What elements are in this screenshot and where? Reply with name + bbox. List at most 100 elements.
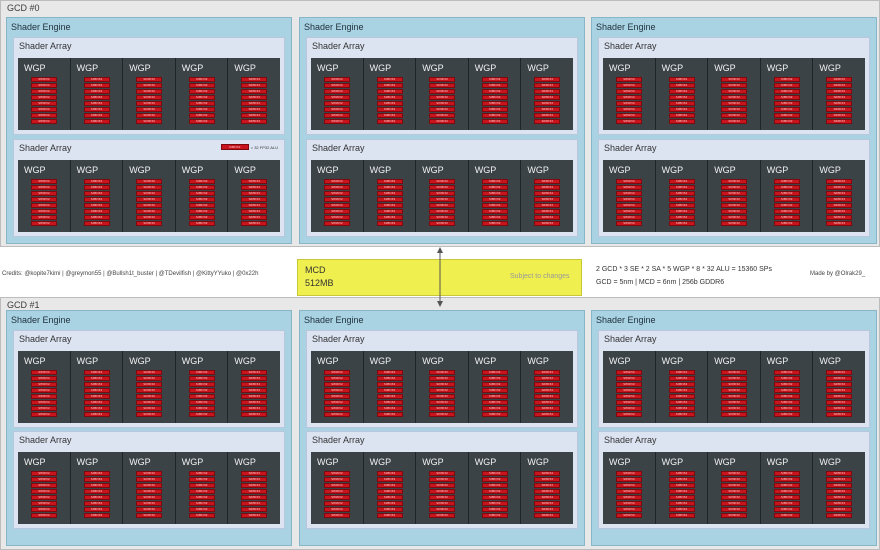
- simd-column: SIMD32 SIMD32 SIMD32 SIMD32 SIMD32 SIMD32 SIMD…: [324, 77, 350, 124]
- simd32-unit: SIMD32: [83, 394, 110, 399]
- simd32-unit: SIMD32: [534, 382, 561, 387]
- simd-column: SIMD32 SIMD32 SIMD32 SIMD32 SIMD32 SIMD32 SIMD…: [616, 370, 642, 417]
- mcd-size: 512MB: [305, 278, 334, 288]
- simd32-unit: SIMD32: [376, 406, 403, 411]
- simd-column: SIMD32 SIMD32 SIMD32 SIMD32 SIMD32 SIMD32 SIMD…: [136, 471, 163, 518]
- simd32-unit: SIMD32: [826, 191, 853, 196]
- wgp-block: WGP SIMD32 SIMD32 SIMD32 SIMD32 SIMD32 SIMD32 S…: [708, 58, 760, 130]
- simd32-unit: SIMD32: [324, 513, 350, 518]
- simd32-unit: SIMD32: [31, 83, 57, 88]
- simd32-unit: SIMD32: [481, 513, 508, 518]
- wgp-row: WGP SIMD32 SIMD32 SIMD32 SIMD32 SIMD32 SIMD32 S…: [311, 351, 573, 423]
- simd32-unit: SIMD32: [83, 77, 110, 82]
- simd-column: SIMD32 SIMD32 SIMD32 SIMD32 SIMD32 SIMD32 SIMD…: [136, 370, 163, 417]
- simd32-unit: SIMD32: [376, 412, 403, 417]
- simd-column: SIMD32 SIMD32 SIMD32 SIMD32 SIMD32 SIMD32 SIMD…: [376, 471, 403, 518]
- simd32-unit: SIMD32: [136, 119, 163, 124]
- shader-array: Shader Array WGP SIMD32 SIMD32 SIMD32 SIMD32 S…: [598, 330, 870, 428]
- wgp-block: WGP SIMD32 SIMD32 SIMD32 SIMD32 SIMD32 SIMD32 S…: [70, 58, 123, 130]
- simd32-unit: SIMD32: [31, 412, 57, 417]
- simd32-unit: SIMD32: [376, 370, 403, 375]
- simd-column: SIMD32 SIMD32 SIMD32 SIMD32 SIMD32 SIMD32 SIMD…: [481, 77, 508, 124]
- wgp-label: WGP: [317, 63, 339, 73]
- simd32-unit: SIMD32: [668, 191, 695, 196]
- wgp-label: WGP: [234, 356, 256, 366]
- shader-array-title: Shader Array: [312, 41, 365, 51]
- simd-column: SIMD32 SIMD32 SIMD32 SIMD32 SIMD32 SIMD32 SIMD…: [376, 370, 403, 417]
- wgp-label: WGP: [422, 63, 444, 73]
- wgp-block: WGP SIMD32 SIMD32 SIMD32 SIMD32 SIMD32 SIMD32 S…: [228, 452, 280, 524]
- simd32-unit: SIMD32: [481, 185, 508, 190]
- simd32-unit: SIMD32: [241, 203, 268, 208]
- simd-column: SIMD32 SIMD32 SIMD32 SIMD32 SIMD32 SIMD32 SIMD…: [773, 77, 800, 124]
- simd32-unit: SIMD32: [616, 215, 642, 220]
- simd32-unit: SIMD32: [668, 89, 695, 94]
- simd32-unit: SIMD32: [616, 203, 642, 208]
- simd32-unit: SIMD32: [31, 370, 57, 375]
- simd32-unit: SIMD32: [31, 471, 57, 476]
- simd32-unit: SIMD32: [188, 406, 215, 411]
- simd32-unit: SIMD32: [376, 77, 403, 82]
- simd32-unit: SIMD32: [481, 197, 508, 202]
- simd32-unit: SIMD32: [376, 113, 403, 118]
- simd32-unit: SIMD32: [241, 77, 268, 82]
- simd32-unit: SIMD32: [83, 489, 110, 494]
- simd32-unit: SIMD32: [83, 388, 110, 393]
- simd32-unit: SIMD32: [83, 179, 110, 184]
- wgp-block: WGP SIMD32 SIMD32 SIMD32 SIMD32 SIMD32 SIMD32 S…: [760, 160, 813, 232]
- simd32-unit: SIMD32: [826, 107, 853, 112]
- simd32-unit: SIMD32: [324, 477, 350, 482]
- simd32-unit: SIMD32: [721, 179, 748, 184]
- wgp-label: WGP: [422, 356, 444, 366]
- simd32-unit: SIMD32: [773, 185, 800, 190]
- simd32-unit: SIMD32: [721, 113, 748, 118]
- simd32-unit: SIMD32: [616, 495, 642, 500]
- simd32-unit: SIMD32: [31, 489, 57, 494]
- simd32-unit: SIMD32: [241, 412, 268, 417]
- simd32-unit: SIMD32: [31, 101, 57, 106]
- simd32-unit: SIMD32: [188, 203, 215, 208]
- simd32-unit: SIMD32: [324, 370, 350, 375]
- wgp-label: WGP: [24, 457, 46, 467]
- simd32-unit: SIMD32: [481, 83, 508, 88]
- wgp-block: WGP SIMD32 SIMD32 SIMD32 SIMD32 SIMD32 SIMD32 S…: [655, 160, 708, 232]
- wgp-label: WGP: [766, 165, 789, 175]
- simd32-unit: SIMD32: [376, 203, 403, 208]
- simd32-unit: SIMD32: [429, 388, 456, 393]
- simd32-unit: SIMD32: [534, 370, 561, 375]
- simd32-unit: SIMD32: [481, 412, 508, 417]
- simd32-unit: SIMD32: [376, 119, 403, 124]
- wgp-label: WGP: [181, 356, 204, 366]
- shader-engine: Shader Engine Shader Array WGP SIMD32 SIMD32…: [6, 17, 292, 244]
- simd32-unit: SIMD32: [668, 179, 695, 184]
- simd32-unit: SIMD32: [721, 483, 748, 488]
- simd32-unit: SIMD32: [83, 101, 110, 106]
- simd32-unit: SIMD32: [376, 495, 403, 500]
- mcd-title: MCD: [305, 265, 326, 275]
- wgp-label: WGP: [76, 165, 99, 175]
- simd32-unit: SIMD32: [481, 89, 508, 94]
- simd32-unit: SIMD32: [188, 191, 215, 196]
- simd32-unit: SIMD32: [668, 197, 695, 202]
- simd-column: SIMD32 SIMD32 SIMD32 SIMD32 SIMD32 SIMD32 SIMD…: [616, 471, 642, 518]
- simd32-unit: SIMD32: [826, 507, 853, 512]
- simd32-unit: SIMD32: [826, 209, 853, 214]
- simd32-unit: SIMD32: [668, 495, 695, 500]
- wgp-label: WGP: [609, 63, 631, 73]
- simd32-unit: SIMD32: [534, 483, 561, 488]
- simd32-unit: SIMD32: [324, 119, 350, 124]
- simd32-unit: SIMD32: [534, 203, 561, 208]
- simd32-unit: SIMD32: [668, 185, 695, 190]
- simd32-unit: SIMD32: [83, 495, 110, 500]
- wgp-label: WGP: [369, 457, 392, 467]
- simd32-unit: SIMD32: [721, 412, 748, 417]
- simd32-unit: SIMD32: [188, 507, 215, 512]
- wgp-label: WGP: [369, 165, 392, 175]
- simd32-unit: SIMD32: [83, 483, 110, 488]
- simd32-unit: SIMD32: [534, 412, 561, 417]
- simd32-unit: SIMD32: [721, 477, 748, 482]
- simd32-unit: SIMD32: [429, 191, 456, 196]
- wgp-block: WGP SIMD32 SIMD32 SIMD32 SIMD32 SIMD32 SIMD32 S…: [603, 351, 655, 423]
- wgp-label: WGP: [766, 356, 789, 366]
- simd-column: SIMD32 SIMD32 SIMD32 SIMD32 SIMD32 SIMD32 SIMD…: [616, 77, 642, 124]
